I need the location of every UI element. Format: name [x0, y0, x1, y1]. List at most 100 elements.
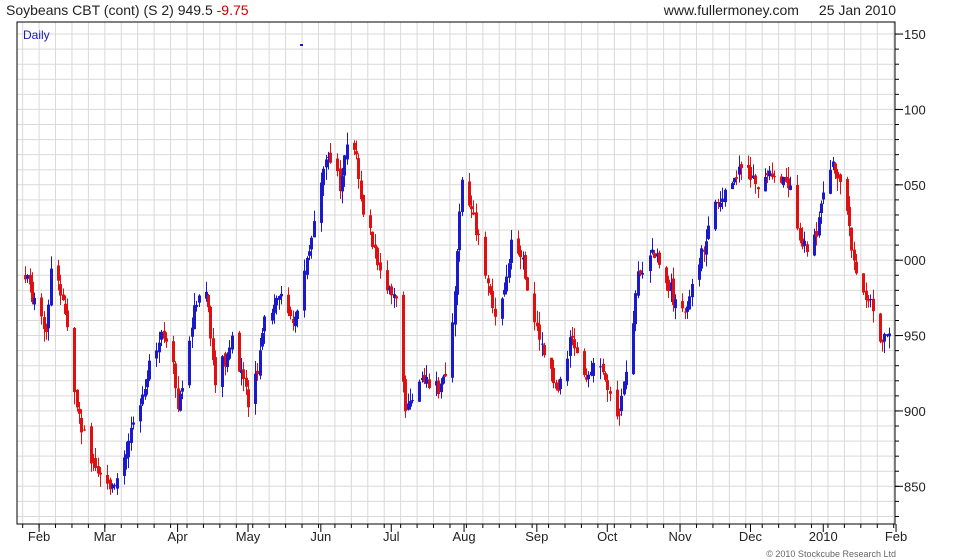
candle-body: [313, 221, 316, 238]
candle-body: [705, 241, 708, 255]
axes: 850 900 950 000 050 100 150 Feb Mar Apr May Jun Jul A…: [22, 27, 926, 544]
x-tick-label: Jun: [310, 529, 331, 544]
candle-body: [822, 192, 825, 200]
candle-body: [376, 247, 379, 266]
candle-body: [179, 393, 182, 411]
candle-body: [501, 298, 504, 319]
candle-body: [440, 383, 443, 393]
candle-body: [80, 417, 83, 433]
candle-body: [691, 284, 694, 298]
y-tick-label: 850: [904, 479, 926, 494]
candle-body: [369, 215, 372, 228]
candle-body: [106, 474, 109, 484]
candle-body: [357, 158, 360, 180]
candle-body: [454, 291, 457, 325]
candle-body: [883, 333, 886, 342]
candle-body: [336, 158, 339, 172]
candle-body: [395, 296, 398, 299]
candle-body: [99, 472, 102, 475]
candle-body: [33, 297, 36, 305]
candle-body: [155, 350, 158, 359]
candle-body: [310, 237, 313, 250]
candle-body: [731, 183, 734, 190]
candle-body: [271, 312, 274, 321]
candle-body: [374, 244, 377, 248]
candle-body: [634, 293, 637, 325]
candle-body: [543, 345, 546, 356]
candle-body: [625, 371, 628, 386]
candle-body: [714, 201, 717, 230]
x-tick-label: 2010: [809, 529, 838, 544]
candle-body: [637, 271, 640, 296]
candle-body: [592, 362, 595, 376]
candle-body: [228, 347, 231, 359]
candle-body: [538, 324, 541, 340]
candle-body: [259, 350, 262, 376]
candle-body: [308, 251, 311, 256]
candle-body: [409, 401, 412, 407]
x-tick-label: Aug: [452, 529, 475, 544]
candle-body: [59, 284, 62, 296]
candle-body: [90, 426, 93, 464]
candle-body: [158, 342, 161, 353]
y-tick-label: 000: [904, 253, 926, 268]
frequency-label: Daily: [23, 28, 50, 42]
candle-body: [470, 206, 473, 210]
candle-body: [815, 231, 818, 237]
candle-body: [550, 357, 553, 369]
candle-body: [487, 278, 490, 284]
candle-body: [602, 363, 605, 373]
candle-body: [494, 308, 497, 317]
candle-body: [242, 369, 245, 380]
candle-body: [76, 389, 79, 408]
candle-body: [533, 293, 536, 323]
candle-body: [764, 176, 767, 192]
candle-body: [609, 391, 612, 394]
candle-body: [641, 272, 644, 275]
candle-body: [839, 174, 842, 182]
candle-body: [573, 339, 576, 349]
candle-body: [754, 175, 757, 185]
candle-body: [879, 313, 882, 342]
candle-body: [599, 366, 602, 368]
candle-body: [130, 427, 133, 443]
candle-body: [221, 356, 224, 387]
candle-body: [853, 249, 856, 261]
candle-body: [113, 485, 116, 487]
candle-body: [444, 373, 447, 377]
candle-body: [123, 457, 126, 476]
candle-body: [181, 388, 184, 392]
candle-body: [62, 294, 65, 301]
candle-body: [526, 277, 529, 291]
candle-body: [757, 187, 760, 190]
candle-body: [289, 309, 292, 316]
x-tick-label: Feb: [885, 529, 907, 544]
candle-body: [789, 185, 792, 190]
candle-body: [411, 400, 414, 402]
candle-body: [653, 253, 656, 258]
candle-body: [768, 170, 771, 177]
candle-body: [278, 296, 281, 300]
candle-body: [618, 414, 621, 416]
candle-body: [461, 179, 464, 213]
candle-body: [541, 343, 544, 345]
candle-body: [707, 225, 710, 239]
candle-body: [209, 307, 212, 339]
copyright-credit: © 2010 Stockcube Research Ltd: [766, 549, 896, 559]
x-tick-label: May: [236, 529, 261, 544]
candle-body: [322, 168, 325, 186]
candle-body: [212, 338, 215, 360]
candle-body: [803, 240, 806, 246]
candle-body: [559, 378, 562, 390]
candle-body: [569, 337, 572, 356]
x-tick-label: Sep: [525, 529, 548, 544]
candle-body: [165, 338, 168, 342]
candle-body: [353, 142, 356, 150]
candle-body: [865, 290, 868, 300]
candle-body: [141, 394, 144, 405]
candle-body: [491, 291, 494, 308]
x-tick-label: Feb: [28, 529, 50, 544]
candle-body: [820, 203, 823, 214]
candle-body: [796, 184, 799, 229]
candle-body: [524, 255, 527, 279]
